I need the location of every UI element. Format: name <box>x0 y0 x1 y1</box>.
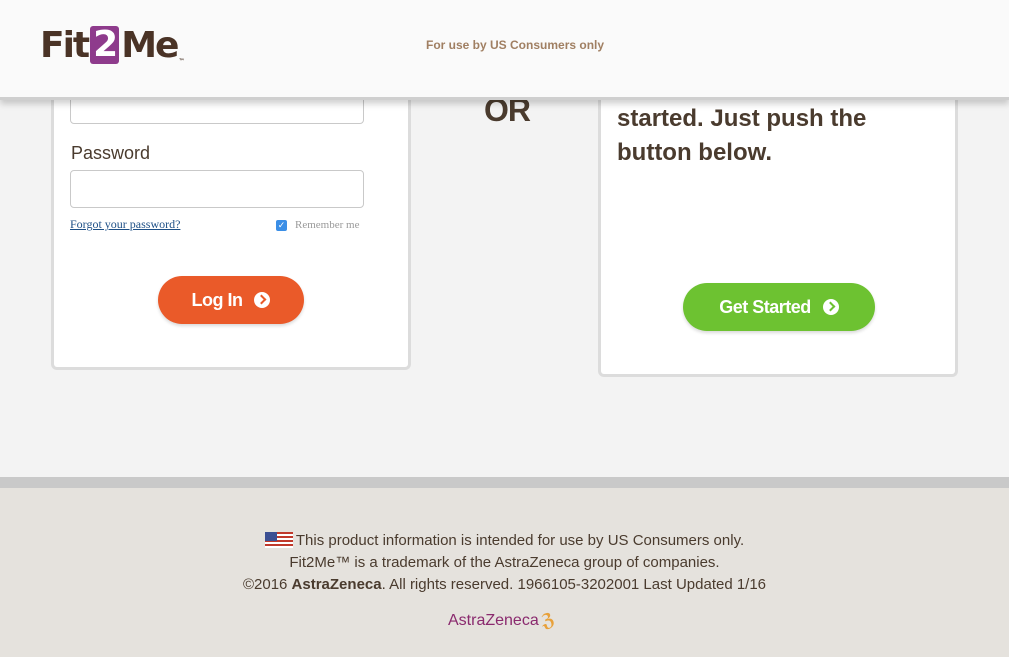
get-started-button-label: Get Started <box>719 296 811 317</box>
copyright: ©2016 <box>242 576 292 593</box>
footer-text: This product information is intended for… <box>0 530 1009 596</box>
get-started-text: started. Just push the button below. <box>617 105 867 166</box>
fit2me-logo[interactable]: Fit 2 Me ™ <box>40 24 185 66</box>
astrazeneca-logo[interactable]: AstraZeneca ℨ <box>448 608 557 632</box>
copyright-rest: . All rights reserved. 1966105-3202001 L… <box>381 576 767 593</box>
chevron-right-circle-icon <box>254 292 271 308</box>
logo-two: 2 <box>90 26 120 64</box>
us-consumers-notice: For use by US Consumers only <box>426 38 605 52</box>
footer-line-2: Fit2Me™ is a trademark of the AstraZenec… <box>289 554 720 571</box>
us-flag-icon <box>264 532 293 548</box>
remember-me-checkbox[interactable]: ✓ <box>276 219 287 231</box>
login-card: Password Forgot your password? ✓ Remembe… <box>51 70 411 370</box>
get-started-card: started. Just push the button below. Get… <box>598 70 958 377</box>
footer-line-3: ©2016 AstraZeneca. All rights reserved. … <box>0 574 1009 596</box>
astrazeneca-logo-text: AstraZeneca <box>448 611 539 629</box>
chevron-right-circle-icon <box>822 299 839 315</box>
remember-me[interactable]: ✓ Remember me <box>276 219 359 231</box>
footer-line-1: This product information is intended for… <box>295 532 745 549</box>
site-header: Fit 2 Me ™ For use by US Consumers only <box>0 0 1009 100</box>
remember-me-label: Remember me <box>295 219 360 231</box>
logo-fit: Fit <box>40 24 90 66</box>
forgot-password-link[interactable]: Forgot your password? <box>70 217 180 232</box>
copyright-brand: AstraZeneca <box>291 576 382 593</box>
login-button[interactable]: Log In <box>158 276 304 324</box>
password-field[interactable] <box>70 170 364 208</box>
logo-tm: ™ <box>178 58 185 65</box>
astrazeneca-symbol-icon: ℨ <box>538 608 557 632</box>
password-label: Password <box>71 143 151 163</box>
logo-me: Me <box>121 24 179 66</box>
get-started-button[interactable]: Get Started <box>683 283 875 331</box>
site-footer: This product information is intended for… <box>0 477 1009 657</box>
login-button-label: Log In <box>191 289 243 310</box>
